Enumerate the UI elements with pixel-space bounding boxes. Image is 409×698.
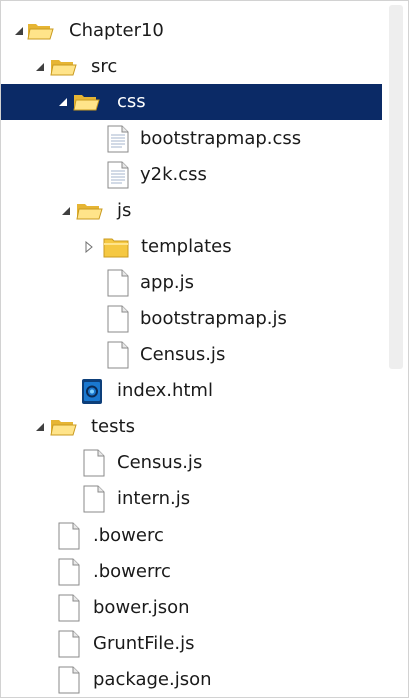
- tree-item-label: app.js: [140, 272, 194, 293]
- tree-item-index-html[interactable]: index.html: [1, 373, 382, 409]
- file-icon: [53, 629, 83, 659]
- tree-item-label: .bowerc: [93, 525, 164, 546]
- expand-arrow-icon[interactable]: [13, 25, 25, 37]
- tree-item-package-json[interactable]: package.json: [1, 662, 382, 697]
- tree-item-label: package.json: [93, 669, 212, 690]
- tree-item-js[interactable]: js: [1, 193, 382, 229]
- folder-open-icon: [71, 87, 101, 117]
- css-file-icon: [102, 124, 132, 154]
- file-icon: [53, 593, 83, 623]
- vertical-scrollbar[interactable]: [389, 5, 403, 369]
- tree-item-templates[interactable]: templates: [1, 229, 382, 265]
- tree-item-bower-json[interactable]: bower.json: [1, 590, 382, 626]
- tree-item-intern-js[interactable]: intern.js: [1, 481, 382, 517]
- file-icon: [102, 340, 132, 370]
- tree-item-label: y2k.css: [140, 164, 207, 185]
- tree-item-census-js[interactable]: Census.js: [1, 337, 382, 373]
- file-icon: [102, 304, 132, 334]
- folder-open-icon: [48, 52, 78, 82]
- tree-item-y2k-css[interactable]: y2k.css: [1, 157, 382, 193]
- file-icon: [53, 665, 83, 695]
- tree-item-label: templates: [141, 236, 232, 257]
- tree-item-bowerc[interactable]: .bowerc: [1, 518, 382, 554]
- tree-item-bootstrapmap-css[interactable]: bootstrapmap.css: [1, 121, 382, 157]
- tree-item-bootstrapmap-js[interactable]: bootstrapmap.js: [1, 301, 382, 337]
- tree-item-label: .bowerrc: [93, 561, 171, 582]
- tree-item-label: css: [117, 91, 146, 112]
- file-icon: [53, 557, 83, 587]
- collapse-arrow-icon[interactable]: [83, 241, 95, 253]
- folder-open-icon: [48, 412, 78, 442]
- tree-item-label: js: [117, 200, 132, 221]
- file-icon: [53, 521, 83, 551]
- css-file-icon: [102, 160, 132, 190]
- tree-item-src[interactable]: src: [1, 49, 382, 85]
- tree-item-label: Census.js: [117, 452, 203, 473]
- tree-item-chapter10[interactable]: Chapter10: [1, 13, 382, 49]
- tree-item-label: bootstrapmap.js: [140, 308, 287, 329]
- folder-closed-icon: [101, 232, 131, 262]
- file-icon: [102, 268, 132, 298]
- file-icon: [78, 484, 108, 514]
- folder-open-icon: [74, 196, 104, 226]
- tree-item-label: bootstrapmap.css: [140, 128, 302, 149]
- tree-item-app-js[interactable]: app.js: [1, 265, 382, 301]
- tree-item-css[interactable]: css: [1, 84, 382, 120]
- project-explorer-panel: Chapter10 src css bootstrapmap.css y2k.c…: [0, 0, 409, 698]
- tree-item-label: Census.js: [140, 344, 226, 365]
- expand-arrow-icon[interactable]: [34, 421, 46, 433]
- tree-item-label: tests: [91, 416, 135, 437]
- tree-item-label: bower.json: [93, 597, 190, 618]
- folder-open-icon: [25, 16, 55, 46]
- tree-item-label: src: [91, 56, 118, 77]
- file-icon: [78, 448, 108, 478]
- tree-item-tests-census-js[interactable]: Census.js: [1, 445, 382, 481]
- tree-item-bowerrc[interactable]: .bowerrc: [1, 554, 382, 590]
- expand-arrow-icon[interactable]: [60, 205, 72, 217]
- tree-item-tests[interactable]: tests: [1, 409, 382, 445]
- tree-item-label: intern.js: [117, 488, 191, 509]
- expand-arrow-icon[interactable]: [57, 96, 69, 108]
- tree-item-label: GruntFile.js: [93, 633, 195, 654]
- html-file-icon: [77, 376, 107, 406]
- tree-item-gruntfile-js[interactable]: GruntFile.js: [1, 626, 382, 662]
- tree-item-label: Chapter10: [69, 20, 164, 41]
- tree-item-label: index.html: [117, 380, 213, 401]
- expand-arrow-icon[interactable]: [34, 61, 46, 73]
